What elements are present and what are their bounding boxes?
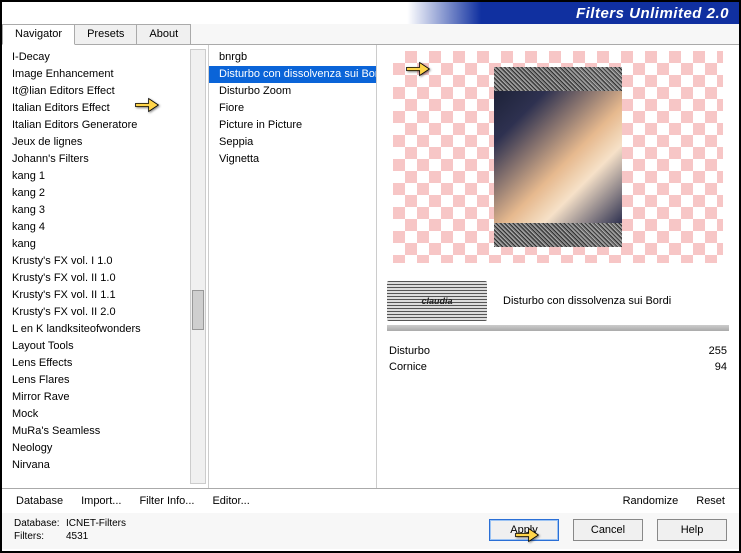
category-list[interactable]: I-DecayImage EnhancementIt@lian Editors …: [2, 45, 209, 488]
titlebar: Filters Unlimited 2.0: [2, 2, 739, 24]
list-item[interactable]: Picture in Picture: [209, 117, 376, 134]
param-value: 94: [715, 361, 727, 373]
tab-navigator[interactable]: Navigator: [2, 24, 75, 45]
list-item[interactable]: Italian Editors Generatore: [2, 117, 208, 134]
list-item[interactable]: Krusty's FX vol. I 1.0: [2, 253, 208, 270]
list-item[interactable]: Lens Flares: [2, 372, 208, 389]
meta-filters-value: 4531: [66, 531, 88, 542]
filter-info-button[interactable]: Filter Info...: [139, 495, 194, 507]
reset-button[interactable]: Reset: [696, 495, 725, 507]
scrollbar[interactable]: [190, 49, 206, 484]
list-item[interactable]: I-Decay: [2, 49, 208, 66]
tab-strip: Navigator Presets About: [2, 24, 739, 45]
preview-area: [393, 51, 723, 263]
toolbar: Database Import... Filter Info... Editor…: [2, 488, 739, 513]
list-item[interactable]: kang 4: [2, 219, 208, 236]
app-title: Filters Unlimited 2.0: [576, 5, 729, 22]
list-item[interactable]: Vignetta: [209, 151, 376, 168]
list-item[interactable]: L en K landksiteofwonders: [2, 321, 208, 338]
tab-about[interactable]: About: [136, 24, 191, 44]
cancel-button[interactable]: Cancel: [573, 519, 643, 541]
list-item[interactable]: Italian Editors Effect: [2, 100, 208, 117]
list-item[interactable]: kang 3: [2, 202, 208, 219]
meta-db-label: Database:: [14, 517, 66, 530]
meta-info: Database:ICNET-Filters Filters:4531: [14, 517, 126, 543]
apply-button[interactable]: Apply: [489, 519, 559, 541]
list-item[interactable]: MuRa's Seamless: [2, 423, 208, 440]
preview-noise-bottom: [494, 223, 622, 247]
author-watermark: claudia: [387, 281, 487, 321]
meta-filters-label: Filters:: [14, 530, 66, 543]
parameter-list: Disturbo 255 Cornice 94: [387, 343, 729, 375]
list-item[interactable]: bnrgb: [209, 49, 376, 66]
meta-db-value: ICNET-Filters: [66, 518, 126, 529]
list-item[interactable]: Image Enhancement: [2, 66, 208, 83]
list-item[interactable]: Krusty's FX vol. II 1.0: [2, 270, 208, 287]
list-item[interactable]: Fiore: [209, 100, 376, 117]
preview-image: [494, 67, 622, 247]
list-item[interactable]: kang 1: [2, 168, 208, 185]
list-item[interactable]: Mock: [2, 406, 208, 423]
param-name: Disturbo: [389, 345, 430, 357]
param-name: Cornice: [389, 361, 427, 373]
current-filter-title: Disturbo con dissolvenza sui Bordi: [495, 295, 729, 307]
parameter-row[interactable]: Disturbo 255: [387, 343, 729, 359]
list-item[interactable]: Johann's Filters: [2, 151, 208, 168]
list-item[interactable]: Jeux de lignes: [2, 134, 208, 151]
database-button[interactable]: Database: [16, 495, 63, 507]
filter-title-row: claudia Disturbo con dissolvenza sui Bor…: [387, 281, 729, 321]
list-item[interactable]: Nirvana: [2, 457, 208, 474]
list-item[interactable]: Krusty's FX vol. II 2.0: [2, 304, 208, 321]
list-item[interactable]: kang 2: [2, 185, 208, 202]
help-button[interactable]: Help: [657, 519, 727, 541]
separator: [387, 325, 729, 331]
editor-button[interactable]: Editor...: [212, 495, 249, 507]
watermark-label: claudia: [421, 296, 452, 306]
filter-list[interactable]: bnrgbDisturbo con dissolvenza sui BordiD…: [209, 45, 377, 488]
list-item[interactable]: Krusty's FX vol. II 1.1: [2, 287, 208, 304]
import-button[interactable]: Import...: [81, 495, 121, 507]
param-value: 255: [709, 345, 727, 357]
footer: Database:ICNET-Filters Filters:4531 Appl…: [2, 513, 739, 549]
parameter-row[interactable]: Cornice 94: [387, 359, 729, 375]
main-panel: I-DecayImage EnhancementIt@lian Editors …: [2, 45, 739, 488]
randomize-button[interactable]: Randomize: [623, 495, 679, 507]
preview-noise-top: [494, 67, 622, 91]
list-item[interactable]: kang: [2, 236, 208, 253]
list-item[interactable]: It@lian Editors Effect: [2, 83, 208, 100]
list-item[interactable]: Layout Tools: [2, 338, 208, 355]
list-item[interactable]: Mirror Rave: [2, 389, 208, 406]
list-item[interactable]: Seppia: [209, 134, 376, 151]
tab-presets[interactable]: Presets: [74, 24, 137, 44]
list-item[interactable]: Disturbo Zoom: [209, 83, 376, 100]
list-item[interactable]: Neology: [2, 440, 208, 457]
preview-gradient: [494, 91, 622, 223]
preview-settings-panel: claudia Disturbo con dissolvenza sui Bor…: [377, 45, 739, 488]
list-item[interactable]: Lens Effects: [2, 355, 208, 372]
scroll-thumb[interactable]: [192, 290, 204, 330]
list-item[interactable]: Disturbo con dissolvenza sui Bordi: [209, 66, 376, 83]
